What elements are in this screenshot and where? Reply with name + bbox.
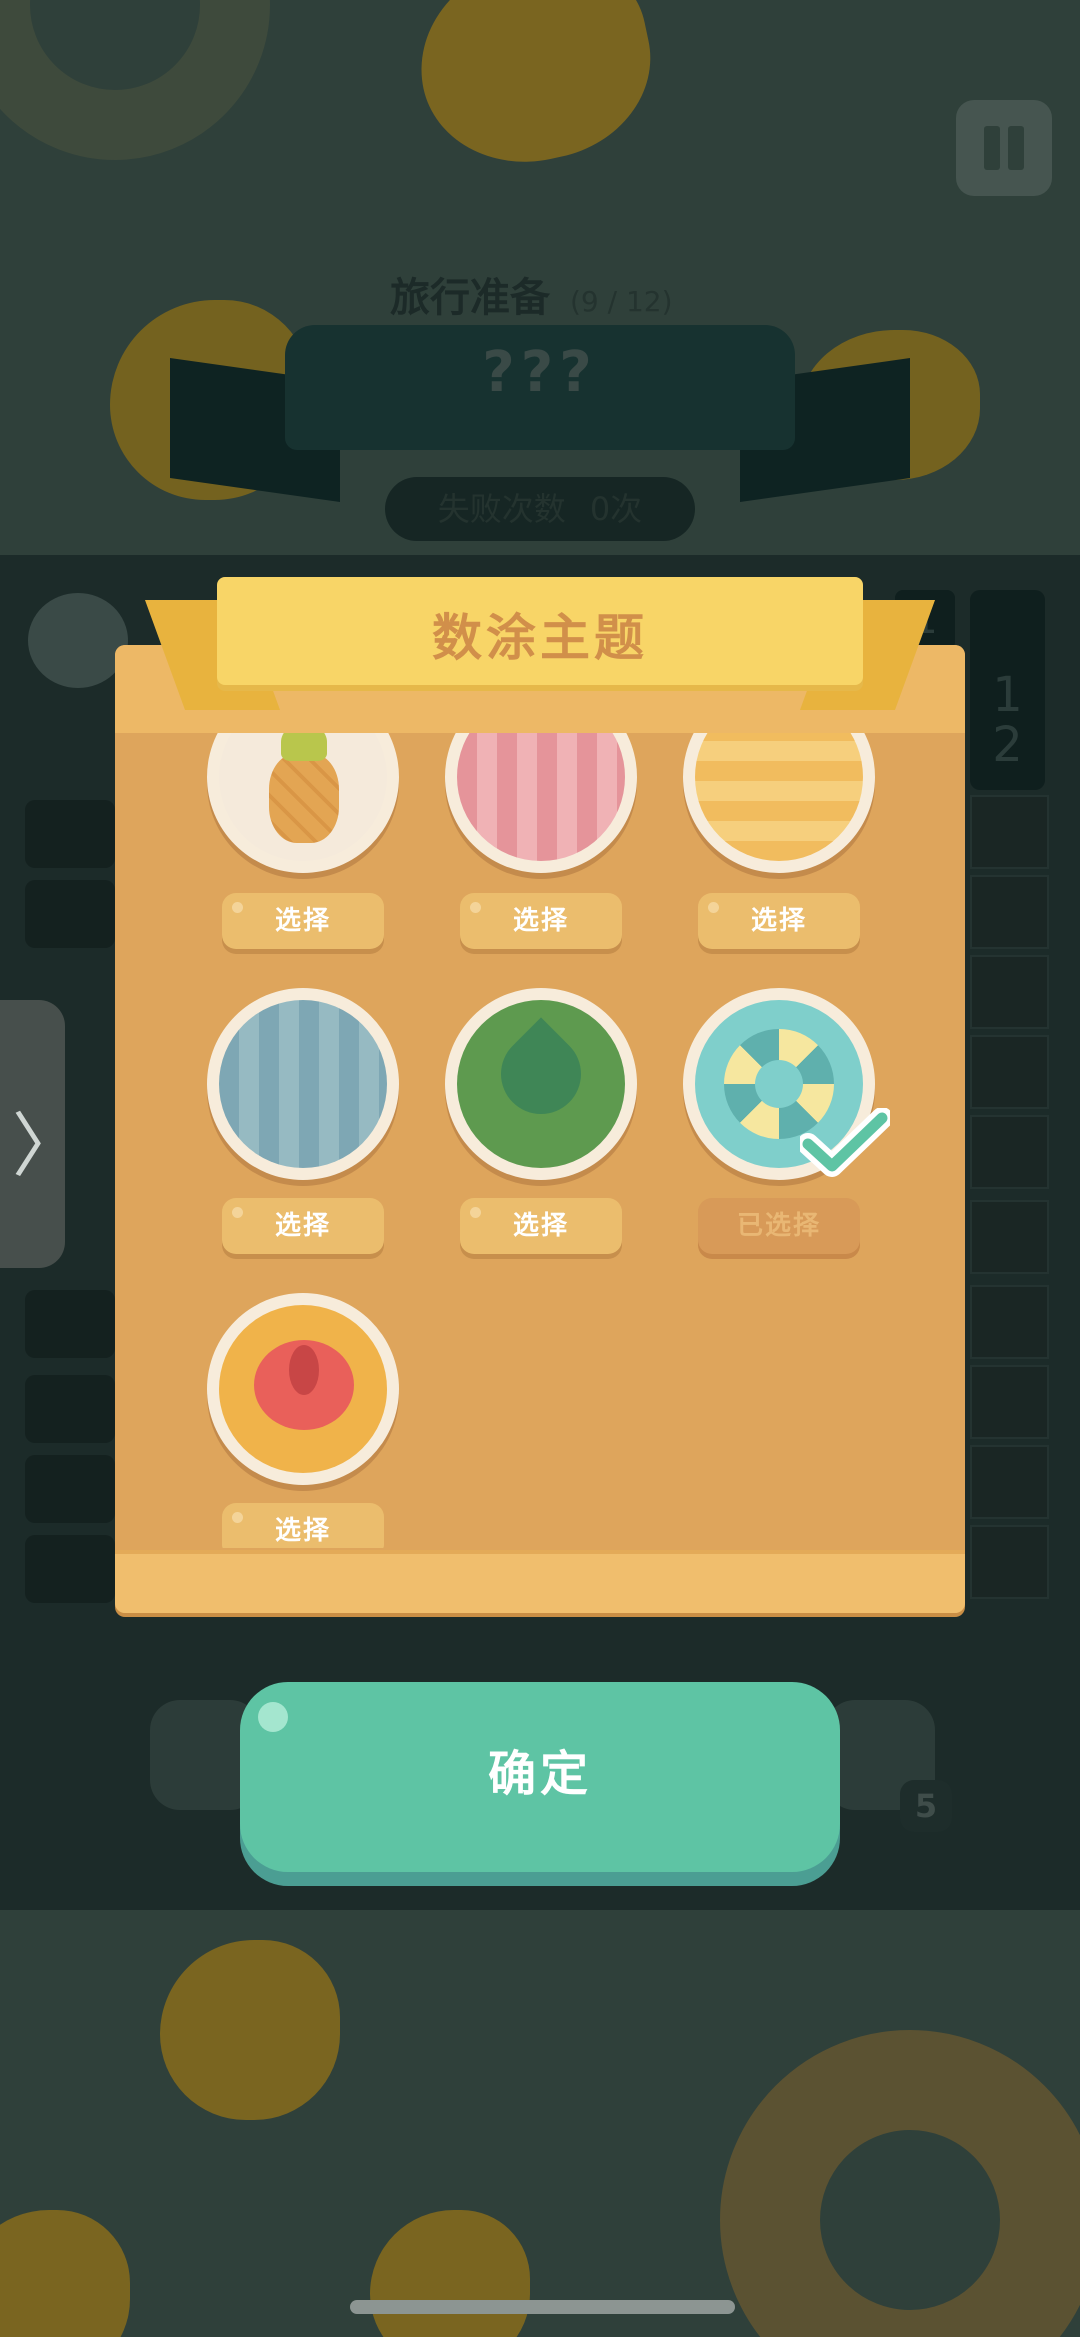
- column-clue: 1 2: [970, 590, 1045, 790]
- pause-button[interactable]: [956, 100, 1052, 196]
- clue-number: 2: [992, 717, 1023, 773]
- level-progress: (9 / 12): [570, 285, 673, 318]
- select-button[interactable]: 选择: [698, 893, 860, 949]
- leaf-icon: [484, 1017, 598, 1131]
- select-button[interactable]: 选择: [460, 893, 622, 949]
- pause-icon: [984, 126, 1000, 170]
- lemon-decoration: [160, 1940, 340, 2120]
- pause-icon: [1008, 126, 1024, 170]
- chevron-right-icon: 〉: [12, 1105, 82, 1187]
- grid-cell[interactable]: [970, 1365, 1049, 1439]
- select-button[interactable]: 选择: [460, 1198, 622, 1254]
- lifebuoy-decoration: [720, 2030, 1080, 2337]
- row-clue: [25, 1290, 115, 1358]
- fail-count: 0次: [589, 490, 643, 528]
- fail-label: 失败次数: [437, 490, 566, 528]
- level-title: 旅行准备 (9 / 12): [390, 265, 720, 325]
- check-icon: [800, 1108, 890, 1177]
- select-button[interactable]: 选择: [222, 1198, 384, 1254]
- grid-cell[interactable]: [970, 795, 1049, 869]
- selected-button: 已选择: [698, 1198, 860, 1254]
- row-clue: [25, 1535, 115, 1603]
- grid-cell[interactable]: [970, 1285, 1049, 1359]
- level-name: 旅行准备: [390, 275, 550, 321]
- clue-number: 1: [992, 667, 1023, 723]
- grid-cell[interactable]: [970, 1200, 1049, 1274]
- grid-cell[interactable]: [970, 1525, 1049, 1599]
- modal-title: 数涂主题: [432, 609, 648, 667]
- pineapple-icon: [269, 753, 339, 843]
- theme-leaf[interactable]: [445, 988, 637, 1180]
- side-drawer-tab[interactable]: 〉: [0, 1000, 82, 1268]
- palette-icon[interactable]: [28, 593, 128, 688]
- lemon-decoration: [370, 2210, 530, 2337]
- row-clue: [25, 880, 115, 948]
- yellow-check-icon: [695, 733, 863, 861]
- row-clue: [25, 1375, 115, 1443]
- blue-check-icon: [219, 1000, 387, 1168]
- lifebuoy-decoration: [0, 0, 270, 160]
- puzzle-title: ???: [482, 340, 598, 405]
- fail-counter: 失败次数 0次: [385, 477, 695, 541]
- theme-yellow-check[interactable]: [683, 733, 875, 873]
- grid-cell[interactable]: [970, 875, 1049, 949]
- grid-cell[interactable]: [970, 955, 1049, 1029]
- theme-pink-check[interactable]: [445, 733, 637, 873]
- pineapple-leaves: [281, 733, 327, 761]
- theme-blue-check[interactable]: [207, 988, 399, 1180]
- grid-cell[interactable]: [970, 1035, 1049, 1109]
- lemon-decoration: [401, 0, 669, 182]
- panel-footer-strip: [115, 1550, 965, 1613]
- home-indicator[interactable]: [350, 2300, 735, 2314]
- select-button[interactable]: 选择: [222, 893, 384, 949]
- confirm-label: 确定: [487, 1746, 592, 1802]
- confirm-button[interactable]: 确定: [240, 1682, 840, 1872]
- grid-cell[interactable]: [970, 1445, 1049, 1519]
- theme-hibiscus[interactable]: [207, 1293, 399, 1485]
- footer-background: [0, 1910, 1080, 2337]
- hint-count-badge: 5: [900, 1780, 952, 1832]
- row-clue: [25, 800, 115, 868]
- pink-check-icon: [457, 733, 625, 861]
- grid-cell[interactable]: [970, 1115, 1049, 1189]
- button-shine: [258, 1702, 288, 1732]
- select-button[interactable]: 选择: [222, 1503, 384, 1548]
- row-clue: [25, 1455, 115, 1523]
- lemon-decoration: [0, 2210, 130, 2337]
- theme-pineapple[interactable]: [207, 733, 399, 873]
